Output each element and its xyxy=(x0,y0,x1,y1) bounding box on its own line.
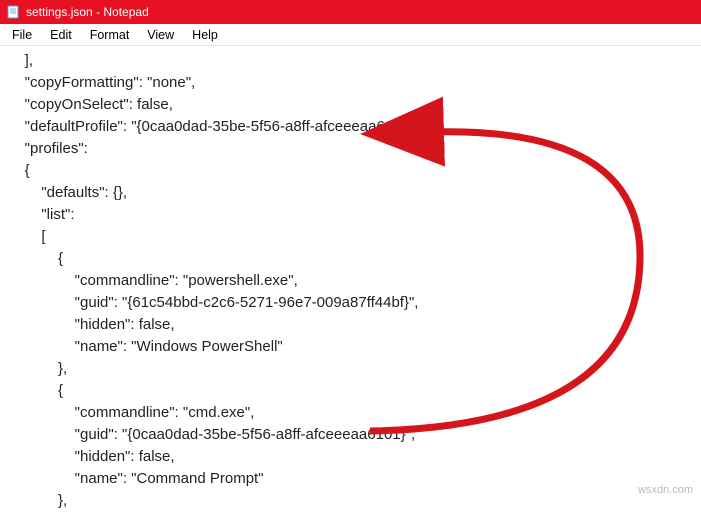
menu-format[interactable]: Format xyxy=(82,26,138,44)
editor-line: "commandline": "cmd.exe", xyxy=(8,402,701,424)
editor-line: "guid": "{61c54bbd-c2c6-5271-96e7-009a87… xyxy=(8,292,701,314)
editor-line: "defaultProfile": "{0caa0dad-35be-5f56-a… xyxy=(8,116,701,138)
editor-line: "name": "Windows PowerShell" xyxy=(8,336,701,358)
editor-line: }, xyxy=(8,358,701,380)
editor-line: }, xyxy=(8,490,701,512)
editor-line: { xyxy=(8,248,701,270)
editor-line: "hidden": false, xyxy=(8,314,701,336)
watermark: wsxdn.com xyxy=(638,484,693,496)
notepad-icon xyxy=(6,5,20,19)
editor-line: "list": xyxy=(8,204,701,226)
editor-line: "profiles": xyxy=(8,138,701,160)
editor-line: "name": "Command Prompt" xyxy=(8,468,701,490)
editor-line: [ xyxy=(8,226,701,248)
editor-line: "defaults": {}, xyxy=(8,182,701,204)
editor-line: "copyOnSelect": false, xyxy=(8,94,701,116)
editor-line: { xyxy=(8,380,701,402)
menu-help[interactable]: Help xyxy=(184,26,226,44)
menu-file[interactable]: File xyxy=(4,26,40,44)
menu-edit[interactable]: Edit xyxy=(42,26,80,44)
menu-view[interactable]: View xyxy=(139,26,182,44)
window-titlebar: settings.json - Notepad xyxy=(0,0,701,24)
editor-line: ], xyxy=(8,50,701,72)
menubar: File Edit Format View Help xyxy=(0,24,701,46)
editor-line: "hidden": false, xyxy=(8,446,701,468)
editor-line: { xyxy=(8,160,701,182)
editor-line: "copyFormatting": "none", xyxy=(8,72,701,94)
editor-line: "commandline": "powershell.exe", xyxy=(8,270,701,292)
text-editor[interactable]: ], "copyFormatting": "none", "copyOnSele… xyxy=(0,46,701,512)
window-title: settings.json - Notepad xyxy=(26,5,149,19)
editor-line: "guid": "{0caa0dad-35be-5f56-a8ff-afceee… xyxy=(8,424,701,446)
